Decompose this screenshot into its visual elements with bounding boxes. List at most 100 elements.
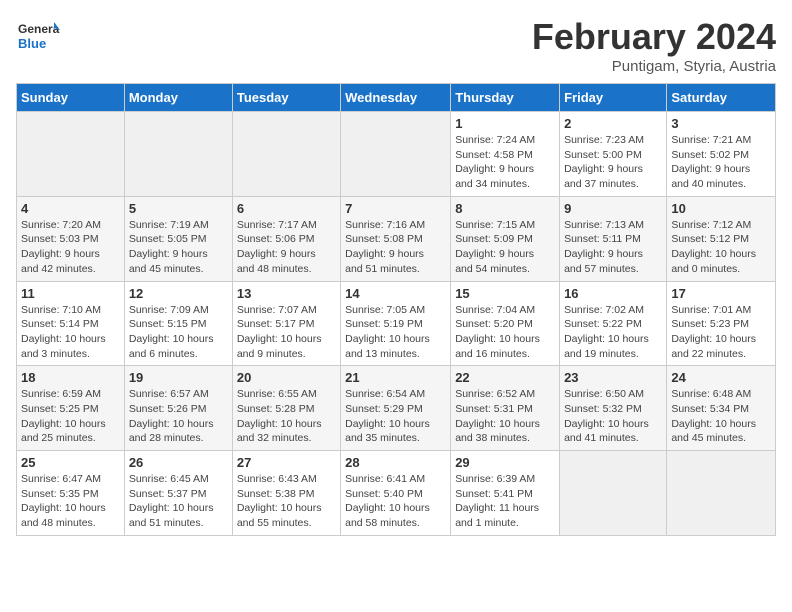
logo: General Blue [16,16,60,60]
calendar-day-cell [17,112,125,197]
calendar-week-row: 18Sunrise: 6:59 AM Sunset: 5:25 PM Dayli… [17,366,776,451]
weekday-header-cell: Sunday [17,84,125,112]
day-number: 17 [671,286,771,301]
calendar-day-cell: 23 Sunrise: 6:50 AM Sunset: 5:32 PM Dayli… [560,366,667,451]
day-number: 5 [129,201,228,216]
day-info: Sunrise: 6:48 AM Sunset: 5:34 PM Dayligh… [671,387,771,446]
day-number: 11 [21,286,120,301]
calendar-day-cell: 11 Sunrise: 7:10 AM Sunset: 5:14 PM Dayli… [17,281,125,366]
day-number: 19 [129,370,228,385]
day-info: Sunrise: 6:47 AM Sunset: 5:35 PM Dayligh… [21,472,120,531]
location-subtitle: Puntigam, Styria, Austria [532,58,776,75]
day-info: Sunrise: 7:05 AM Sunset: 5:19 PM Dayligh… [345,303,446,362]
day-number: 15 [455,286,555,301]
calendar-day-cell [667,451,776,536]
day-info: Sunrise: 7:21 AM Sunset: 5:02 PM Dayligh… [671,133,771,192]
calendar-day-cell: 5 Sunrise: 7:19 AM Sunset: 5:05 PM Daylig… [124,196,232,281]
day-number: 16 [564,286,662,301]
day-info: Sunrise: 7:01 AM Sunset: 5:23 PM Dayligh… [671,303,771,362]
calendar-week-row: 11 Sunrise: 7:10 AM Sunset: 5:14 PM Dayli… [17,281,776,366]
weekday-header-cell: Wednesday [341,84,451,112]
calendar-day-cell: 6 Sunrise: 7:17 AM Sunset: 5:06 PM Daylig… [232,196,340,281]
calendar-day-cell [232,112,340,197]
day-number: 8 [455,201,555,216]
day-info: Sunrise: 7:13 AM Sunset: 5:11 PM Dayligh… [564,218,662,277]
calendar-day-cell: 16Sunrise: 7:02 AM Sunset: 5:22 PM Dayli… [560,281,667,366]
calendar-body: 1 Sunrise: 7:24 AM Sunset: 4:58 PM Daylig… [17,112,776,536]
day-info: Sunrise: 6:41 AM Sunset: 5:40 PM Dayligh… [345,472,446,531]
weekday-header-cell: Tuesday [232,84,340,112]
calendar-day-cell: 10 Sunrise: 7:12 AM Sunset: 5:12 PM Dayli… [667,196,776,281]
day-info: Sunrise: 7:12 AM Sunset: 5:12 PM Dayligh… [671,218,771,277]
day-info: Sunrise: 6:45 AM Sunset: 5:37 PM Dayligh… [129,472,228,531]
calendar-day-cell: 25 Sunrise: 6:47 AM Sunset: 5:35 PM Dayli… [17,451,125,536]
day-number: 10 [671,201,771,216]
day-info: Sunrise: 7:20 AM Sunset: 5:03 PM Dayligh… [21,218,120,277]
calendar-day-cell: 2 Sunrise: 7:23 AM Sunset: 5:00 PM Daylig… [560,112,667,197]
day-info: Sunrise: 6:59 AM Sunset: 5:25 PM Dayligh… [21,387,120,446]
weekday-header-cell: Friday [560,84,667,112]
title-area: February 2024 Puntigam, Styria, Austria [532,16,776,75]
day-info: Sunrise: 6:54 AM Sunset: 5:29 PM Dayligh… [345,387,446,446]
day-info: Sunrise: 7:10 AM Sunset: 5:14 PM Dayligh… [21,303,120,362]
calendar-day-cell: 4 Sunrise: 7:20 AM Sunset: 5:03 PM Daylig… [17,196,125,281]
weekday-header-cell: Thursday [451,84,560,112]
day-number: 4 [21,201,120,216]
day-number: 1 [455,116,555,131]
day-info: Sunrise: 6:52 AM Sunset: 5:31 PM Dayligh… [455,387,555,446]
calendar-day-cell [124,112,232,197]
day-info: Sunrise: 7:09 AM Sunset: 5:15 PM Dayligh… [129,303,228,362]
calendar-day-cell: 7 Sunrise: 7:16 AM Sunset: 5:08 PM Daylig… [341,196,451,281]
day-number: 22 [455,370,555,385]
calendar-day-cell: 22 Sunrise: 6:52 AM Sunset: 5:31 PM Dayli… [451,366,560,451]
day-number: 25 [21,455,120,470]
day-info: Sunrise: 6:57 AM Sunset: 5:26 PM Dayligh… [129,387,228,446]
calendar-day-cell: 15 Sunrise: 7:04 AM Sunset: 5:20 PM Dayli… [451,281,560,366]
svg-text:General: General [18,22,60,36]
calendar-day-cell: 20 Sunrise: 6:55 AM Sunset: 5:28 PM Dayli… [232,366,340,451]
calendar-day-cell: 18Sunrise: 6:59 AM Sunset: 5:25 PM Dayli… [17,366,125,451]
header: General Blue February 2024 Puntigam, Sty… [16,16,776,75]
day-info: Sunrise: 7:17 AM Sunset: 5:06 PM Dayligh… [237,218,336,277]
day-info: Sunrise: 7:23 AM Sunset: 5:00 PM Dayligh… [564,133,662,192]
day-info: Sunrise: 6:50 AM Sunset: 5:32 PM Dayligh… [564,387,662,446]
day-info: Sunrise: 7:04 AM Sunset: 5:20 PM Dayligh… [455,303,555,362]
day-number: 6 [237,201,336,216]
day-number: 7 [345,201,446,216]
day-info: Sunrise: 7:19 AM Sunset: 5:05 PM Dayligh… [129,218,228,277]
day-info: Sunrise: 7:16 AM Sunset: 5:08 PM Dayligh… [345,218,446,277]
calendar-week-row: 1 Sunrise: 7:24 AM Sunset: 4:58 PM Daylig… [17,112,776,197]
calendar-day-cell: 9 Sunrise: 7:13 AM Sunset: 5:11 PM Daylig… [560,196,667,281]
day-number: 14 [345,286,446,301]
calendar-day-cell: 1 Sunrise: 7:24 AM Sunset: 4:58 PM Daylig… [451,112,560,197]
calendar-day-cell: 21 Sunrise: 6:54 AM Sunset: 5:29 PM Dayli… [341,366,451,451]
calendar-day-cell: 27Sunrise: 6:43 AM Sunset: 5:38 PM Dayli… [232,451,340,536]
calendar-week-row: 25 Sunrise: 6:47 AM Sunset: 5:35 PM Dayli… [17,451,776,536]
calendar-day-cell: 14 Sunrise: 7:05 AM Sunset: 5:19 PM Dayli… [341,281,451,366]
day-info: Sunrise: 7:24 AM Sunset: 4:58 PM Dayligh… [455,133,555,192]
day-number: 2 [564,116,662,131]
day-number: 9 [564,201,662,216]
day-number: 20 [237,370,336,385]
day-number: 3 [671,116,771,131]
day-info: Sunrise: 6:55 AM Sunset: 5:28 PM Dayligh… [237,387,336,446]
calendar-day-cell: 19 Sunrise: 6:57 AM Sunset: 5:26 PM Dayli… [124,366,232,451]
day-info: Sunrise: 6:39 AM Sunset: 5:41 PM Dayligh… [455,472,555,531]
day-number: 21 [345,370,446,385]
calendar-day-cell: 13Sunrise: 7:07 AM Sunset: 5:17 PM Dayli… [232,281,340,366]
day-number: 12 [129,286,228,301]
day-number: 28 [345,455,446,470]
calendar-day-cell [341,112,451,197]
day-info: Sunrise: 6:43 AM Sunset: 5:38 PM Dayligh… [237,472,336,531]
calendar-day-cell: 3 Sunrise: 7:21 AM Sunset: 5:02 PM Daylig… [667,112,776,197]
calendar-day-cell: 17 Sunrise: 7:01 AM Sunset: 5:23 PM Dayli… [667,281,776,366]
calendar-day-cell [560,451,667,536]
weekday-header-cell: Saturday [667,84,776,112]
day-number: 24 [671,370,771,385]
svg-text:Blue: Blue [18,36,46,51]
day-info: Sunrise: 7:15 AM Sunset: 5:09 PM Dayligh… [455,218,555,277]
day-number: 13 [237,286,336,301]
calendar-day-cell: 29Sunrise: 6:39 AM Sunset: 5:41 PM Dayli… [451,451,560,536]
calendar-day-cell: 26Sunrise: 6:45 AM Sunset: 5:37 PM Dayli… [124,451,232,536]
day-number: 23 [564,370,662,385]
